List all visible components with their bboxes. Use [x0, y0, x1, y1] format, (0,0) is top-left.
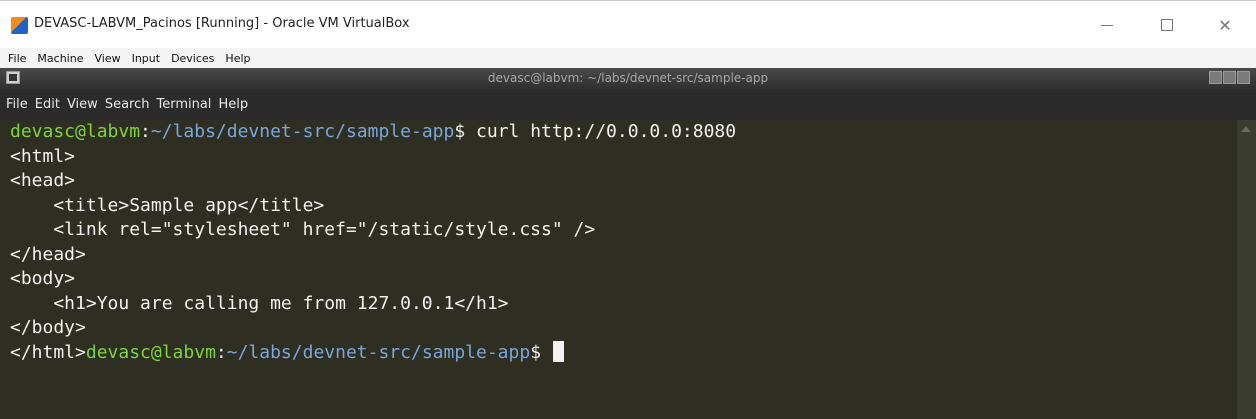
prompt-path: ~/labs/devnet-src/sample-app	[226, 341, 531, 363]
terminal-window-controls	[1209, 71, 1250, 84]
output-line: <head>	[10, 170, 76, 191]
menu-devices[interactable]: Devices	[171, 52, 214, 65]
terminal-minimize-button[interactable]	[1209, 71, 1222, 84]
terminal-menu-terminal[interactable]: Terminal	[156, 97, 211, 112]
prompt-symbol: $	[454, 121, 466, 142]
menu-file[interactable]: File	[8, 52, 26, 65]
terminal-scrollbar[interactable]	[1237, 120, 1256, 419]
prompt-user: devasc@labvm	[85, 341, 216, 363]
terminal-menubar: File Edit View Search Terminal Help	[0, 89, 1256, 120]
output-line: <h1>You are calling me from 127.0.0.1</h…	[10, 292, 509, 314]
minimize-icon	[1101, 24, 1113, 26]
close-icon: ✕	[1218, 15, 1232, 35]
output-line: <title>Sample app</title>	[10, 194, 325, 216]
window-title: DEVASC-LABVM_Pacinos [Running] - Oracle …	[34, 16, 410, 31]
menu-input[interactable]: Input	[132, 52, 160, 65]
terminal-close-button[interactable]	[1237, 71, 1250, 84]
virtualbox-menubar: File Machine View Input Devices Help	[0, 48, 1256, 68]
output-line: <html>	[10, 145, 76, 167]
terminal-title: devasc@labvm: ~/labs/devnet-src/sample-a…	[487, 71, 769, 85]
prompt-user: devasc@labvm	[10, 121, 141, 142]
maximize-icon	[1161, 19, 1173, 31]
prompt-line: </html>devasc@labvm:~/labs/devnet-src/sa…	[10, 340, 1237, 366]
virtualbox-titlebar: DEVASC-LABVM_Pacinos [Running] - Oracle …	[0, 0, 1256, 48]
output-line: </head>	[10, 243, 86, 265]
terminal-maximize-button[interactable]	[1223, 71, 1236, 84]
prompt-separator: :	[215, 341, 227, 363]
terminal-titlebar: devasc@labvm: ~/labs/devnet-src/sample-a…	[0, 68, 1256, 89]
output-line: <link rel="stylesheet" href="/static/sty…	[10, 219, 596, 240]
menu-view[interactable]: View	[94, 52, 120, 65]
output-line: <body>	[10, 268, 76, 289]
output-line: </body>	[10, 317, 86, 338]
prompt-symbol: $	[530, 341, 542, 363]
prompt-separator: :	[140, 121, 151, 142]
command-line: devasc@labvm:~/labs/devnet-src/sample-ap…	[10, 120, 1237, 145]
terminal-menu-search[interactable]: Search	[105, 97, 150, 112]
terminal-menu-view[interactable]: View	[67, 97, 98, 112]
terminal-menu-file[interactable]: File	[6, 97, 28, 112]
close-button[interactable]: ✕	[1202, 9, 1248, 41]
command-text: curl http://0.0.0.0:8080	[465, 121, 737, 142]
scroll-up-arrow-icon[interactable]	[1241, 126, 1251, 132]
prompt-path: ~/labs/devnet-src/sample-app	[150, 121, 455, 142]
last-output-text: </html>	[10, 341, 86, 363]
text-cursor	[552, 340, 564, 362]
minimize-button[interactable]	[1084, 9, 1130, 41]
terminal-menu-help[interactable]: Help	[218, 97, 248, 112]
terminal-output[interactable]: devasc@labvm:~/labs/devnet-src/sample-ap…	[0, 120, 1237, 419]
terminal-menu-edit[interactable]: Edit	[35, 97, 60, 112]
maximize-button[interactable]	[1144, 9, 1190, 41]
menu-machine[interactable]: Machine	[37, 52, 83, 65]
virtualbox-logo-icon	[11, 17, 28, 34]
menu-help[interactable]: Help	[225, 52, 250, 65]
